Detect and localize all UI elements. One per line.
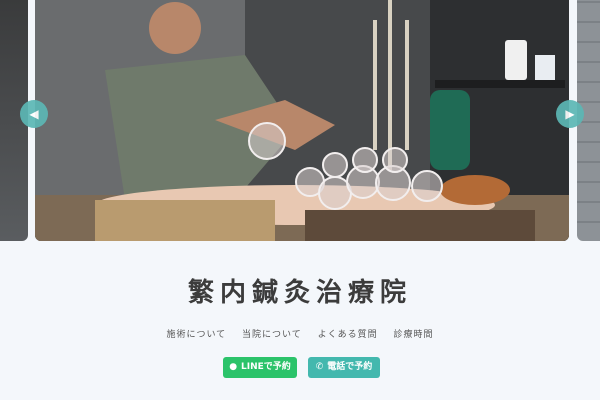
nav-item-hours[interactable]: 診療時間 [394, 330, 434, 340]
nav-item-treatment[interactable]: 施術について [166, 330, 226, 340]
main-navigation: 施術について 当院について よくある質問 診療時間 [0, 327, 600, 340]
phone-icon: ✆ [315, 362, 324, 372]
chevron-right-icon[interactable]: ▶ [556, 100, 584, 128]
line-reserve-label: LINEで予約 [241, 362, 291, 372]
nav-item-faq[interactable]: よくある質問 [318, 330, 378, 340]
phone-reserve-label: 電話で予約 [327, 362, 373, 372]
carousel-main-slide [35, 0, 569, 241]
line-reserve-button[interactable]: ● LINEで予約 [223, 357, 297, 378]
chevron-left-icon[interactable]: ◀ [20, 100, 48, 128]
line-chat-icon: ● [229, 362, 238, 372]
hero-carousel: ◀ ▶ [0, 0, 600, 241]
treatment-photo [35, 0, 569, 241]
phone-reserve-button[interactable]: ✆ 電話で予約 [308, 357, 380, 378]
nav-item-about[interactable]: 当院について [242, 330, 302, 340]
clinic-name: 繁内鍼灸治療院 [187, 278, 412, 308]
